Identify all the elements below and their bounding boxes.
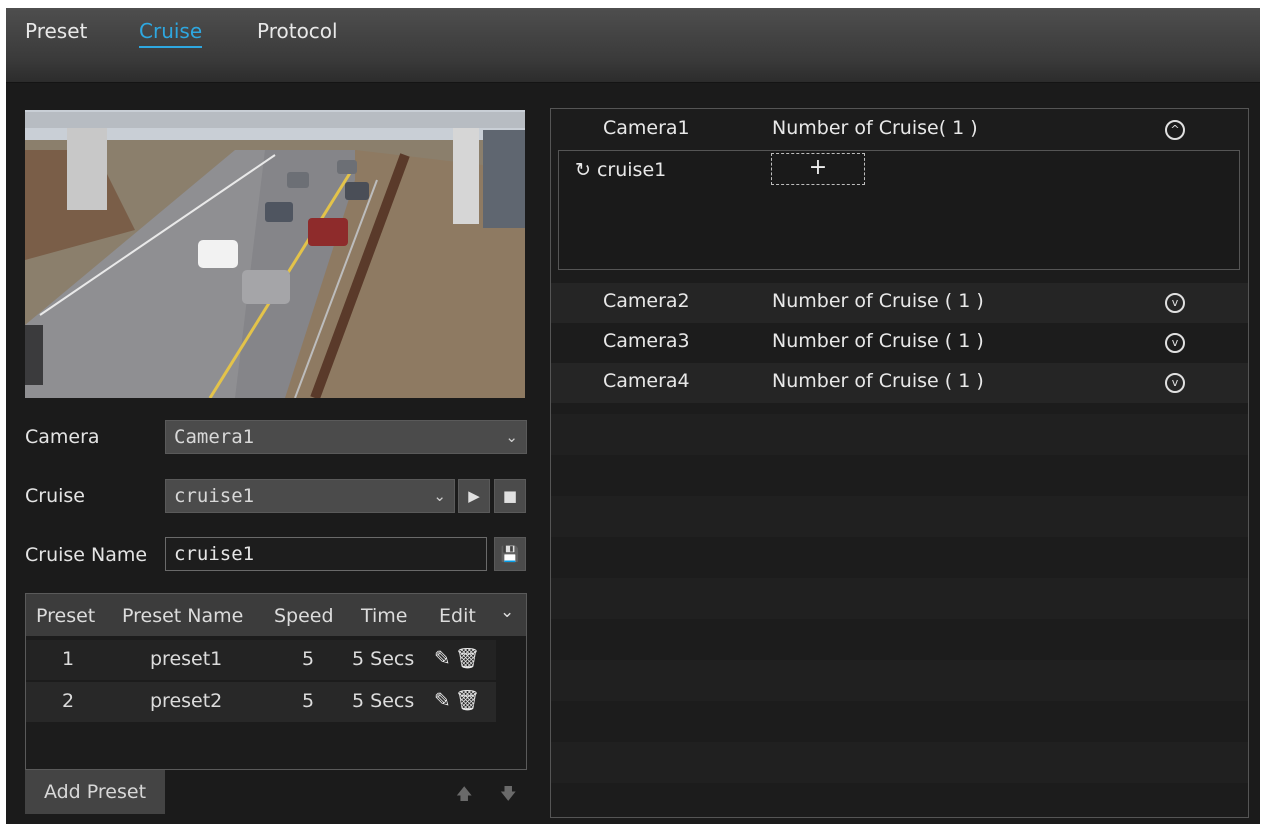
- cruise-count: Number of Cruise( 1 ): [772, 117, 978, 139]
- row-preset-name: preset1: [150, 648, 223, 670]
- table-row[interactable]: 1 preset1 5 5 Secs ✎ 🗑: [26, 640, 496, 680]
- camera-select[interactable]: Camera1 ⌄: [165, 420, 527, 454]
- row-preset: 2: [62, 690, 75, 712]
- cruise-loop-icon: ↻: [575, 159, 591, 181]
- row-time: 5 Secs: [352, 648, 415, 670]
- add-preset-button[interactable]: Add Preset: [25, 770, 165, 814]
- camera-preview: [25, 110, 525, 398]
- save-icon: 💾: [500, 545, 520, 563]
- cruise-select-value: cruise1: [174, 485, 255, 507]
- row-stripe: [551, 742, 1248, 783]
- chevron-down-icon[interactable]: v: [1165, 293, 1185, 313]
- camera-row-1[interactable]: Camera1 Number of Cruise( 1 ) ^: [551, 110, 1248, 150]
- highway-image: [25, 110, 525, 398]
- camera-row-3[interactable]: Camera3 Number of Cruise ( 1 ) v: [551, 323, 1248, 363]
- col-edit: Edit: [439, 605, 476, 627]
- row-time: 5 Secs: [352, 690, 415, 712]
- cruise-item[interactable]: ↻ cruise1: [575, 159, 666, 181]
- camera-name: Camera3: [603, 330, 690, 352]
- play-icon: ▶: [468, 487, 480, 505]
- cruise-name-label: Cruise Name: [25, 544, 148, 566]
- chevron-down-icon: ⌄: [433, 487, 446, 505]
- edit-pencil-icon[interactable]: ✎: [434, 688, 451, 712]
- camera-name: Camera4: [603, 370, 690, 392]
- camera-name: Camera2: [603, 290, 690, 312]
- col-time: Time: [361, 605, 408, 627]
- row-preset-name: preset2: [150, 690, 223, 712]
- camera-name: Camera1: [603, 117, 690, 139]
- camera-row-2[interactable]: Camera2 Number of Cruise ( 1 ) v: [551, 283, 1248, 323]
- row-actions: ✎ 🗑: [430, 646, 480, 670]
- cruise-select[interactable]: cruise1 ⌄: [165, 479, 455, 513]
- row-stripe: [551, 496, 1248, 537]
- add-cruise-button[interactable]: +: [771, 153, 865, 185]
- col-preset: Preset: [36, 605, 96, 627]
- cruise-count: Number of Cruise ( 1 ): [772, 370, 984, 392]
- table-row[interactable]: 2 preset2 5 5 Secs ✎ 🗑: [26, 682, 496, 722]
- row-preset: 1: [62, 648, 75, 670]
- preset-table: Preset Preset Name Speed Time Edit ⌄ 1 p…: [25, 593, 527, 770]
- tab-bar: Preset Cruise Protocol: [6, 8, 1260, 83]
- cruise-list-panel: Camera1 Number of Cruise( 1 ) ^ ↻ cruise…: [550, 108, 1249, 818]
- chevron-up-icon[interactable]: ^: [1165, 120, 1185, 140]
- cruise-settings-window: Preset Cruise Protocol Camera Camera1 ⌄ …: [6, 8, 1260, 824]
- trash-icon[interactable]: 🗑: [455, 688, 480, 712]
- cruise-label: Cruise: [25, 485, 85, 507]
- move-up-icon[interactable]: 🡅: [456, 783, 472, 810]
- stop-button[interactable]: ■: [494, 479, 526, 513]
- cruise-count: Number of Cruise ( 1 ): [772, 330, 984, 352]
- cruise-name-input[interactable]: cruise1: [165, 537, 487, 571]
- chevron-down-icon[interactable]: v: [1165, 373, 1185, 393]
- row-actions: ✎ 🗑: [430, 688, 480, 712]
- stop-icon: ■: [502, 487, 518, 505]
- chevron-down-icon[interactable]: v: [1165, 333, 1185, 353]
- cruise-name-value: cruise1: [174, 543, 255, 565]
- chevron-down-icon[interactable]: ⌄: [500, 602, 514, 622]
- col-speed: Speed: [274, 605, 334, 627]
- row-stripe: [551, 578, 1248, 619]
- edit-pencil-icon[interactable]: ✎: [434, 646, 451, 670]
- plus-icon: +: [808, 155, 828, 180]
- camera1-cruise-list: ↻ cruise1 +: [558, 150, 1240, 270]
- chevron-down-icon: ⌄: [505, 428, 518, 446]
- tab-preset[interactable]: Preset: [25, 19, 87, 43]
- table-header: Preset Preset Name Speed Time Edit ⌄: [26, 594, 526, 636]
- tab-protocol[interactable]: Protocol: [257, 19, 338, 43]
- cruise-count: Number of Cruise ( 1 ): [772, 290, 984, 312]
- move-down-icon[interactable]: 🡇: [500, 783, 516, 810]
- row-stripe: [551, 660, 1248, 701]
- save-button[interactable]: 💾: [494, 537, 526, 571]
- camera-select-value: Camera1: [174, 426, 255, 448]
- row-speed: 5: [302, 648, 315, 670]
- cruise-item-label: cruise1: [596, 159, 667, 181]
- camera-label: Camera: [25, 426, 100, 448]
- row-speed: 5: [302, 690, 315, 712]
- row-stripe: [551, 414, 1248, 455]
- play-button[interactable]: ▶: [458, 479, 490, 513]
- camera-row-4[interactable]: Camera4 Number of Cruise ( 1 ) v: [551, 363, 1248, 403]
- tab-cruise[interactable]: Cruise: [139, 19, 203, 48]
- trash-icon[interactable]: 🗑: [455, 646, 480, 670]
- col-preset-name: Preset Name: [122, 605, 244, 627]
